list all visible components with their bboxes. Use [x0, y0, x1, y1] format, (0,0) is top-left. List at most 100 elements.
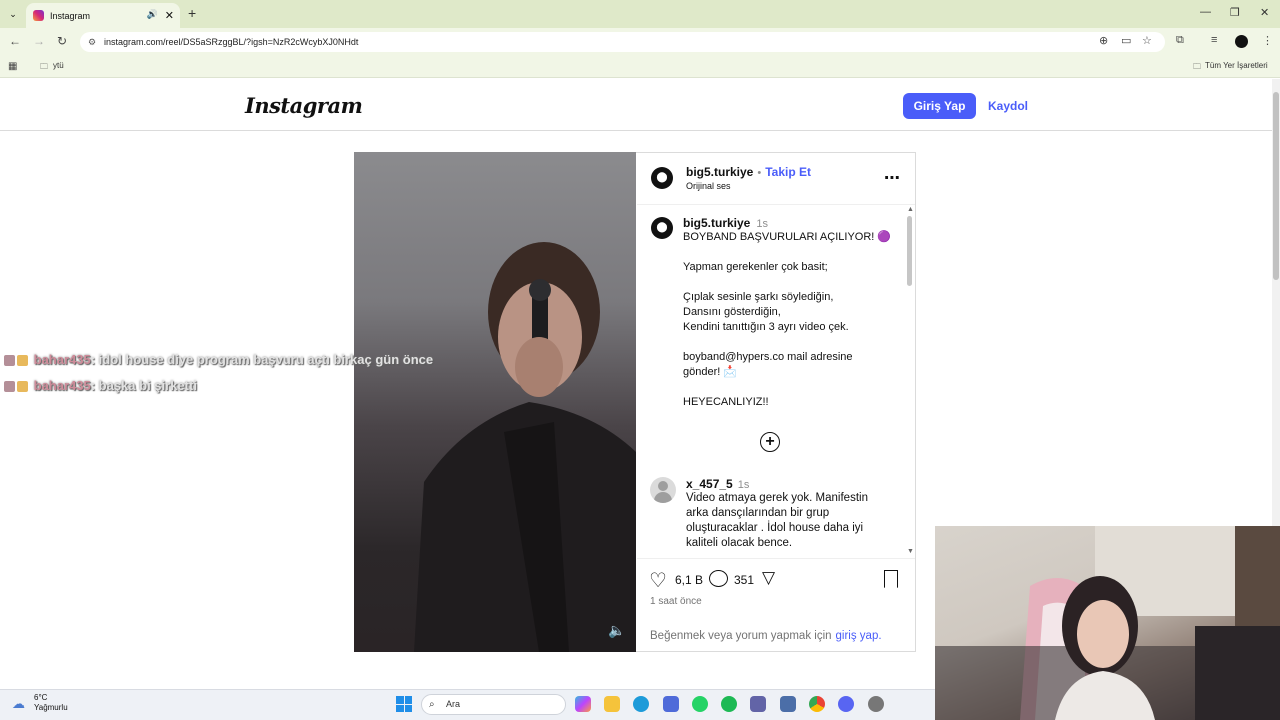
page-scrollbar-thumb[interactable] — [1273, 92, 1279, 280]
instagram-logo[interactable]: Instagram — [245, 93, 363, 118]
caption-line: boyband@hypers.co mail adresine — [683, 351, 853, 363]
bookmark-folder-ytu[interactable]: 🗀 ytü — [40, 61, 64, 75]
bookmark-folder-label: ytü — [53, 61, 64, 70]
caption-line: HEYECANLIYIZ!! — [683, 396, 769, 408]
folder-icon: 🗀 — [40, 62, 48, 71]
caption-line — [683, 335, 903, 350]
media-controls-icon[interactable]: ≡ — [1211, 34, 1217, 46]
login-button[interactable]: Giriş Yap — [903, 93, 976, 119]
speaker-icon[interactable]: 🔊 — [147, 9, 158, 20]
address-bar[interactable]: ⚙ instagram.com/reel/DS5aSRzggBL/?igsh=N… — [80, 32, 1165, 52]
comment-line: Video atmaya gerek yok. Manifestin — [686, 492, 868, 504]
caption-author-avatar[interactable]: ⬤ — [651, 217, 673, 239]
instagram-header — [0, 79, 1272, 131]
tab-search-chevron-icon[interactable]: ⌄ — [5, 6, 21, 22]
divider — [637, 204, 915, 205]
badge-icon — [4, 355, 15, 367]
like-heart-icon[interactable]: ♡ — [649, 568, 667, 593]
load-more-comments-icon[interactable]: + — [760, 432, 780, 452]
caption-line: Çıplak sesinle şarkı söylediğin, — [683, 291, 834, 303]
mute-toggle-icon[interactable]: 🔈 — [608, 622, 625, 639]
weather-cloud-icon[interactable]: ☁ — [12, 696, 25, 712]
caption-line: gönder! 📩 — [683, 366, 738, 378]
commenter-avatar[interactable] — [650, 477, 676, 503]
forward-icon[interactable]: → — [33, 34, 45, 48]
badge-icon — [17, 355, 28, 367]
singer-image — [414, 242, 636, 652]
cast-icon[interactable]: ▭ — [1121, 34, 1131, 47]
chrome-icon[interactable] — [809, 696, 825, 712]
all-bookmarks[interactable]: 🗀 Tüm Yer İşaretleri — [1193, 61, 1268, 75]
author-username[interactable]: big5.turkiye — [686, 165, 753, 179]
like-count[interactable]: 6,1 B — [675, 573, 703, 587]
profile-avatar[interactable] — [1235, 35, 1248, 48]
login-prompt: Beğenmek veya yorum yapmak için giriş ya… — [650, 630, 882, 642]
tab-title: Instagram — [50, 10, 91, 21]
zoom-icon[interactable]: ⊕ — [1099, 34, 1108, 47]
login-prompt-link[interactable]: giriş yap. — [836, 630, 882, 642]
teams-icon[interactable] — [750, 696, 766, 712]
obs-icon[interactable] — [868, 696, 884, 712]
badge-icon — [4, 381, 15, 393]
share-send-icon[interactable]: ▽ — [762, 568, 775, 588]
tab-close-icon[interactable]: ✕ — [165, 9, 174, 22]
more-options-icon[interactable]: ⋯ — [884, 168, 900, 188]
separator-dot: • — [757, 167, 762, 179]
chat-text: : başka bi şirketti — [90, 378, 197, 393]
instagram-favicon-icon — [33, 10, 44, 21]
signup-link[interactable]: Kaydol — [988, 99, 1028, 113]
chat-message: bahar435: başka bi şirketti — [4, 378, 197, 393]
streamer-webcam-image — [935, 526, 1280, 720]
caption-time: 1s — [756, 218, 768, 230]
new-tab-icon[interactable]: + — [188, 5, 196, 21]
comment-time: 1s — [737, 479, 750, 491]
browser-tab[interactable]: Instagram 🔊 ✕ — [26, 3, 180, 28]
folder-icon: 🗀 — [1193, 62, 1201, 71]
whatsapp-icon[interactable] — [692, 696, 708, 712]
back-icon[interactable]: ← — [9, 34, 21, 48]
weather-temp: 6°C — [34, 693, 48, 702]
comment-bubble-icon[interactable] — [709, 570, 728, 587]
file-explorer-icon[interactable] — [604, 696, 620, 712]
divider — [637, 558, 915, 559]
audio-label[interactable]: Orijinal ses — [686, 181, 731, 191]
edge-icon[interactable] — [633, 696, 649, 712]
reel-video[interactable]: 🔈 — [354, 152, 636, 652]
site-info-icon[interactable]: ⚙ — [88, 32, 96, 52]
app-icon[interactable] — [780, 696, 796, 712]
post-time: 1 saat önce — [650, 596, 702, 607]
search-icon: ⌕ — [429, 699, 435, 710]
store-icon[interactable] — [663, 696, 679, 712]
spotify-icon[interactable] — [721, 696, 737, 712]
login-prompt-text: Beğenmek veya yorum yapmak için — [650, 630, 832, 642]
menu-icon[interactable]: ⋮ — [1262, 34, 1273, 47]
extensions-icon[interactable]: ⧉ — [1176, 34, 1184, 47]
minimize-icon[interactable]: — — [1200, 6, 1211, 18]
bookmark-star-icon[interactable]: ☆ — [1142, 34, 1152, 47]
scroll-up-arrow-icon[interactable]: ▲ — [907, 206, 914, 213]
caption-line — [683, 380, 903, 395]
caption-text: BOYBAND BAŞVURULARI AÇILIYOR! 🟣 Yapman g… — [683, 230, 903, 410]
comments-scrollbar-thumb[interactable] — [907, 216, 912, 286]
discord-icon[interactable] — [838, 696, 854, 712]
maximize-icon[interactable]: ❐ — [1230, 6, 1240, 19]
scroll-down-arrow-icon[interactable]: ▼ — [907, 548, 914, 555]
chat-username: bahar435 — [33, 352, 91, 367]
apps-grid-icon[interactable]: ▦ — [8, 61, 17, 72]
all-bookmarks-label: Tüm Yer İşaretleri — [1205, 61, 1268, 70]
taskbar-search[interactable]: ⌕ Ara — [421, 694, 566, 715]
windows-start-icon[interactable] — [396, 696, 412, 712]
comment-line: arka dansçılarından bir grup — [686, 507, 830, 519]
comment-line: oluşturacaklar . İdol house daha iyi — [686, 522, 864, 534]
copilot-icon[interactable] — [575, 696, 591, 712]
follow-button[interactable]: Takip Et — [765, 165, 811, 179]
commenter-username[interactable]: x_457_5 — [686, 477, 733, 491]
reload-icon[interactable]: ↻ — [57, 34, 67, 48]
caption-author[interactable]: big5.turkiye — [683, 216, 750, 230]
weather-widget[interactable]: 6°C Yağmurlu — [34, 693, 68, 713]
window-close-icon[interactable]: ✕ — [1260, 6, 1269, 19]
author-avatar[interactable]: ⬤ — [651, 167, 673, 189]
webcam-overlay — [935, 526, 1280, 720]
chat-text: : idol house diye program başvuru açtı b… — [90, 352, 434, 367]
post-author-row: big5.turkiye • Takip Et — [686, 165, 811, 179]
